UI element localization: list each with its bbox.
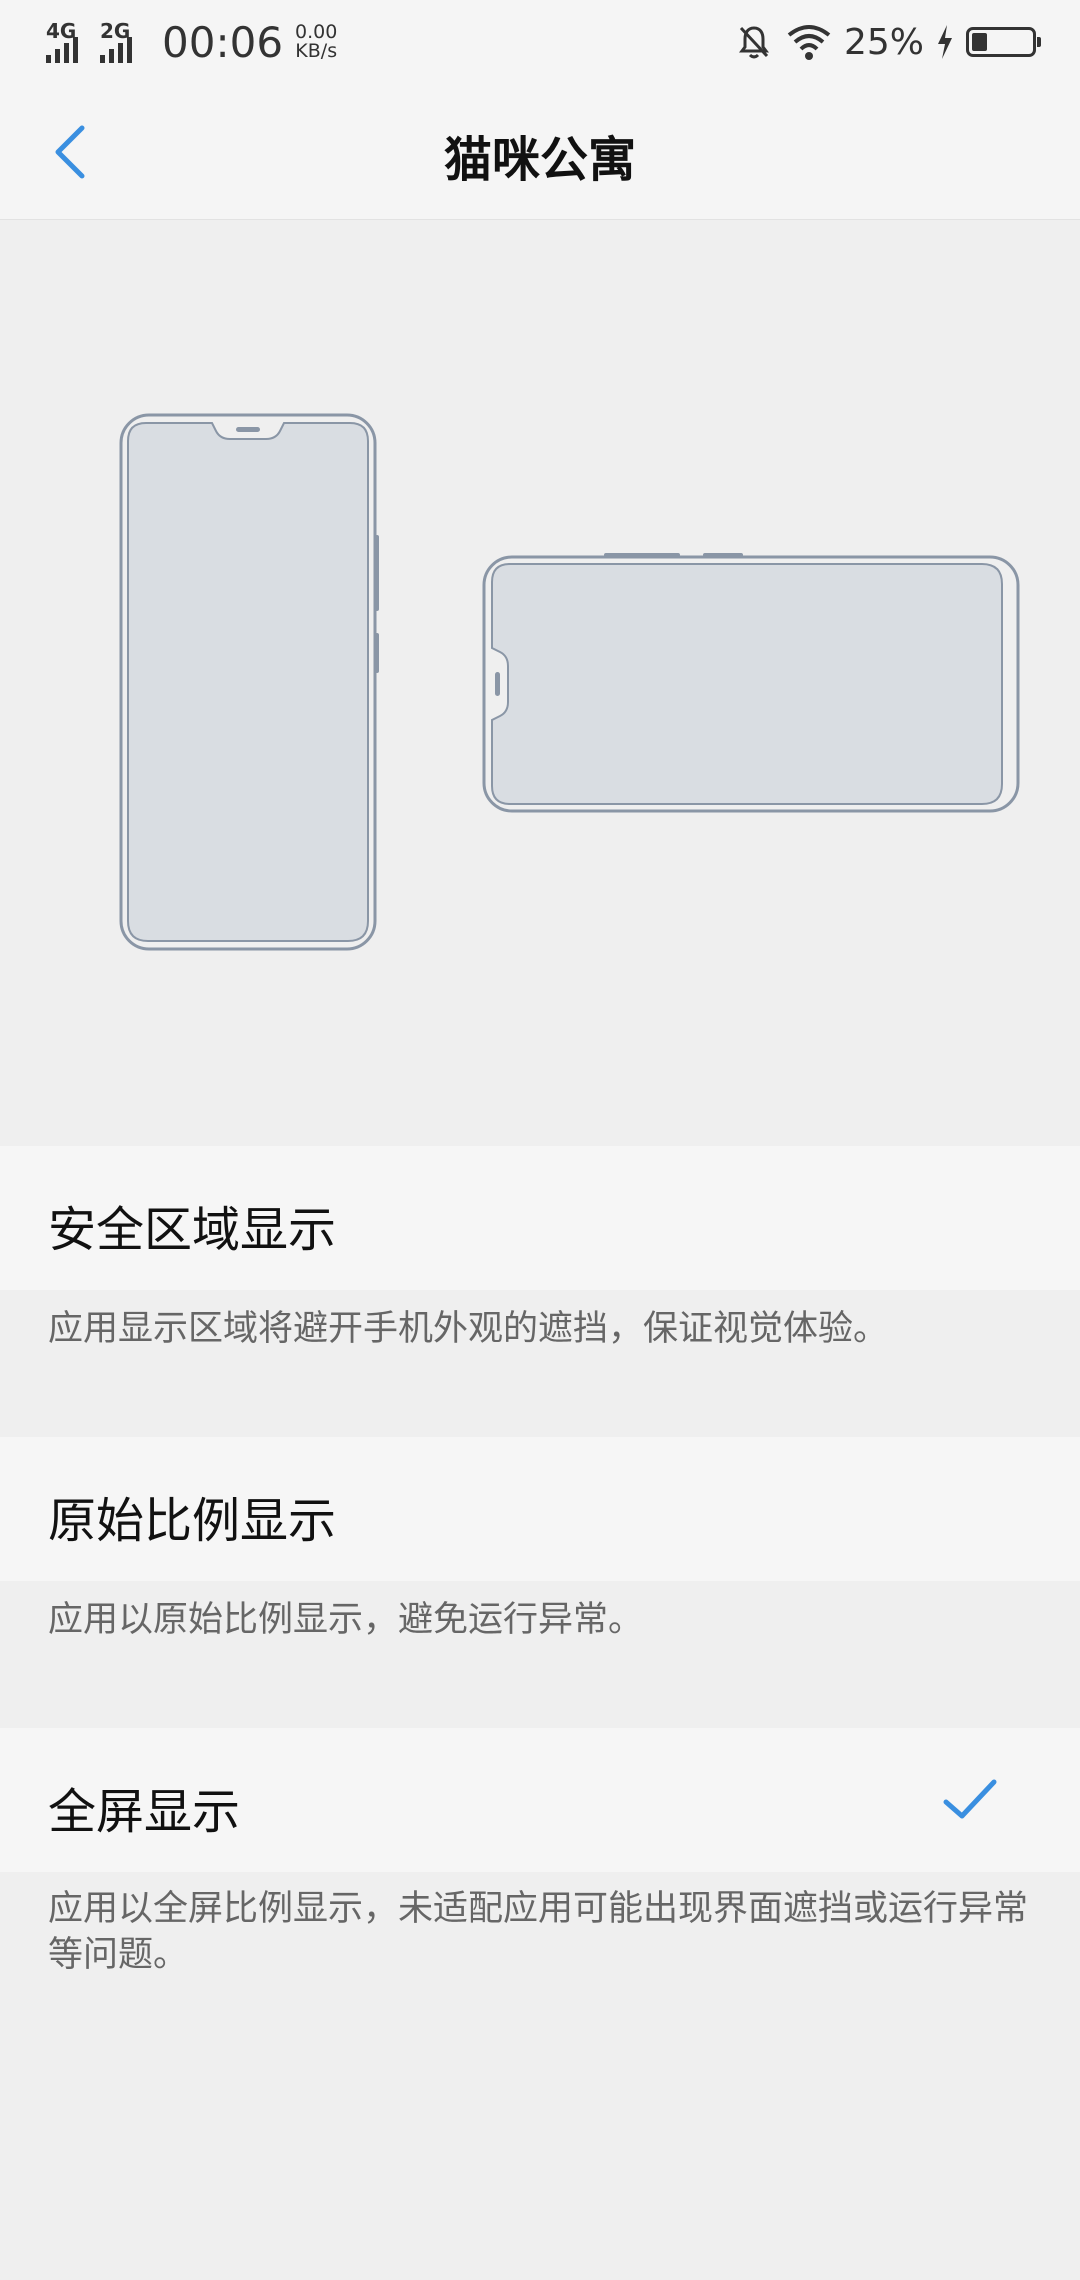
status-time: 00:06 bbox=[162, 17, 284, 67]
mute-bell-icon bbox=[738, 26, 769, 59]
status-right: 25% bbox=[734, 18, 1041, 66]
page-title: 猫咪公寓 bbox=[443, 132, 636, 188]
signal-icon-2: 2G bbox=[100, 21, 148, 63]
checkmark-icon bbox=[943, 1779, 997, 1819]
option-label: 全屏显示 bbox=[48, 1784, 241, 1840]
option-description: 应用显示区域将避开手机外观的遮挡，保证视觉体验。 bbox=[48, 1309, 889, 1349]
network-speed-unit: KB/s bbox=[295, 40, 338, 62]
wifi-icon bbox=[787, 25, 831, 60]
option-label: 原始比例显示 bbox=[48, 1493, 337, 1549]
landscape-phone-illustration bbox=[482, 553, 1020, 813]
phone-illustration bbox=[119, 413, 1020, 951]
portrait-phone-illustration bbox=[119, 413, 379, 951]
option-original-ratio[interactable]: 原始比例显示 bbox=[0, 1437, 1080, 1581]
battery-icon bbox=[966, 27, 1041, 57]
display-mode-illustration bbox=[0, 221, 1080, 1145]
signal-icon: 4G bbox=[46, 21, 94, 63]
option-fullscreen[interactable]: 全屏显示 bbox=[0, 1728, 1080, 1872]
battery-fill bbox=[972, 33, 987, 51]
battery-percent: 25% bbox=[843, 21, 924, 63]
network-speed: 0.00 KB/s bbox=[295, 23, 337, 61]
option-description: 应用以全屏比例显示，未适配应用可能出现界面遮挡或运行异常等问题。 bbox=[48, 1889, 1029, 1975]
status-bar: 4G 2G 00:06 0.00 KB/s 25% bbox=[0, 0, 1080, 84]
option-safe-area[interactable]: 安全区域显示 bbox=[0, 1146, 1080, 1290]
charging-icon bbox=[938, 25, 952, 59]
option-description: 应用以原始比例显示，避免运行异常。 bbox=[48, 1600, 644, 1640]
status-left: 4G 2G 00:06 0.00 KB/s bbox=[46, 17, 337, 67]
option-label: 安全区域显示 bbox=[48, 1202, 337, 1258]
title-bar: 猫咪公寓 bbox=[0, 84, 1080, 220]
